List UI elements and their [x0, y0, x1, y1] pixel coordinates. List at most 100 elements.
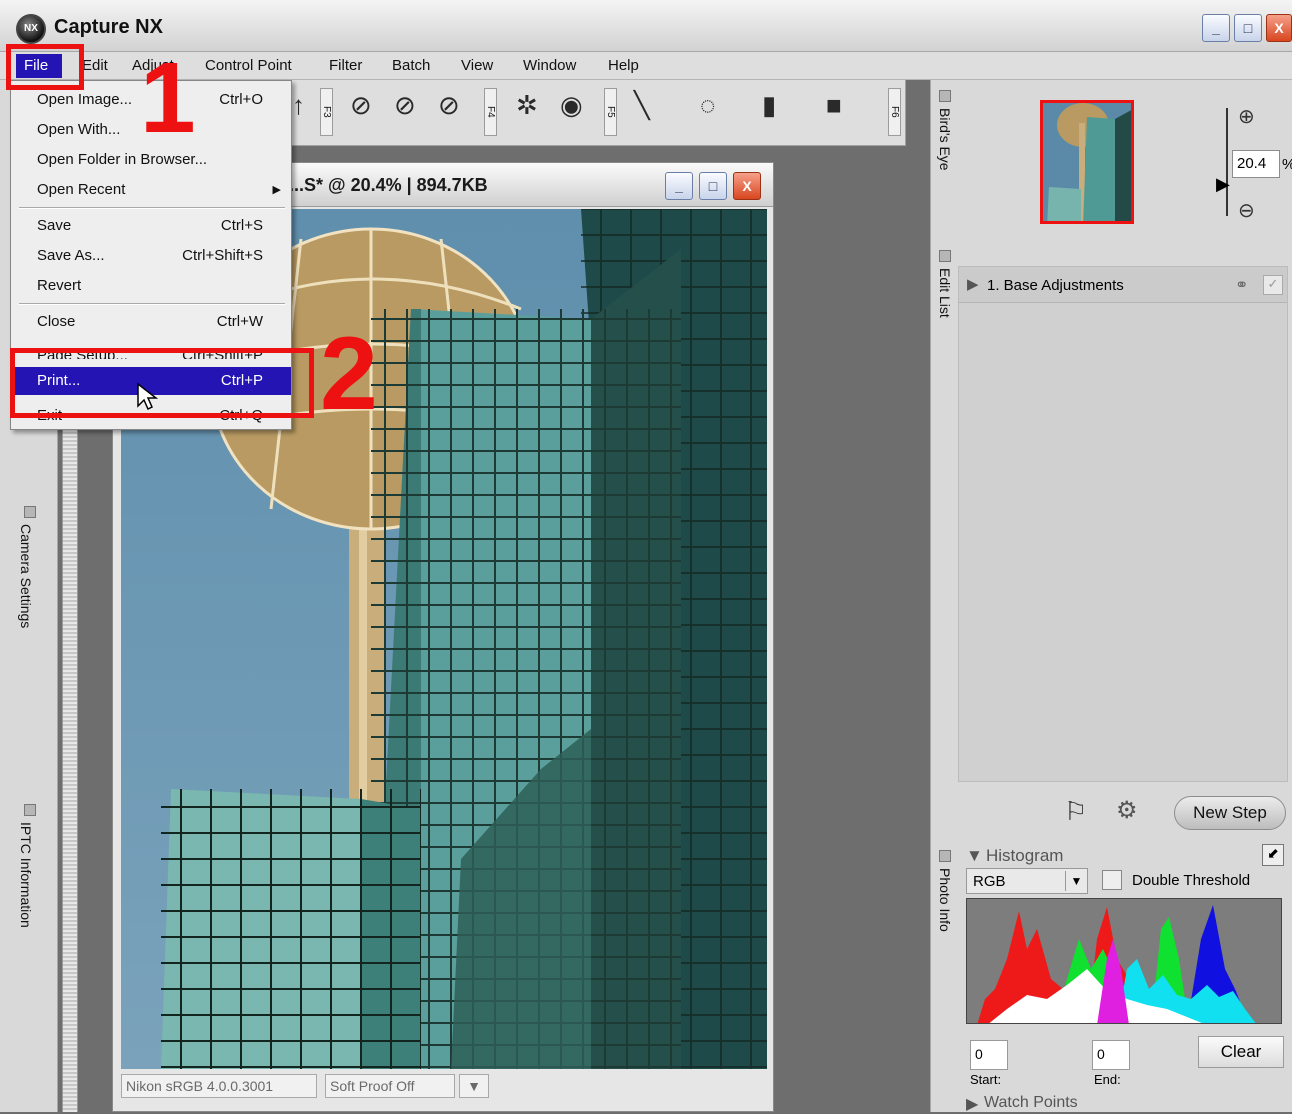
- fkey-f6: F6: [888, 88, 901, 136]
- gradient-tool-icon[interactable]: ▮: [762, 90, 776, 120]
- double-threshold-label: Double Threshold: [1132, 872, 1251, 889]
- histogram-popout-icon[interactable]: ⬋: [1262, 844, 1284, 866]
- expand-icon[interactable]: [939, 90, 951, 102]
- move-tool-icon[interactable]: ↑: [292, 90, 305, 120]
- double-threshold-checkbox[interactable]: [1102, 870, 1122, 890]
- step-row[interactable]: ▶ 1. Base Adjustments ⚭ ✓: [959, 267, 1287, 303]
- channel-select[interactable]: RGB ▼: [966, 868, 1088, 894]
- expand-arrow-icon[interactable]: ▶: [967, 275, 979, 293]
- menu-item-label: Open Recent: [37, 181, 126, 198]
- menu-item-label: Revert: [37, 277, 82, 294]
- white-control-point-icon[interactable]: ⊘: [394, 90, 416, 120]
- menu-item-shortcut: Ctrl+O: [219, 91, 263, 108]
- color-profile-field: Nikon sRGB 4.0.0.3001: [121, 1074, 317, 1098]
- neutral-control-point-icon[interactable]: ⊘: [438, 90, 460, 120]
- expand-icon[interactable]: [939, 250, 951, 262]
- watch-points-label[interactable]: Watch Points: [984, 1094, 1078, 1112]
- menu-item-shortcut: Ctrl+Shift+S: [182, 247, 263, 264]
- fkey-f4: F4: [484, 88, 497, 136]
- end-input[interactable]: 0: [1092, 1040, 1130, 1070]
- end-label: End:: [1094, 1072, 1121, 1087]
- menu-separator: [19, 207, 285, 209]
- zoom-out-icon[interactable]: ⊖: [1238, 198, 1255, 223]
- menu-revert[interactable]: Revert: [11, 273, 291, 299]
- photo-info-label[interactable]: Photo Info: [937, 868, 953, 932]
- zoom-slider-thumb[interactable]: ▶: [1216, 174, 1230, 195]
- black-control-point-icon[interactable]: ⊘: [350, 90, 372, 120]
- color-control-point-icon[interactable]: ✲: [516, 90, 538, 120]
- histogram-label: Histogram: [986, 846, 1064, 865]
- chevron-down-icon[interactable]: ▼: [459, 1074, 489, 1098]
- menu-save[interactable]: Save Ctrl+S: [11, 213, 291, 239]
- edit-list-label[interactable]: Edit List: [937, 268, 953, 318]
- lasso-tool-icon[interactable]: ◌: [700, 90, 715, 120]
- expand-icon[interactable]: [939, 850, 951, 862]
- red-eye-control-point-icon[interactable]: ◉: [560, 90, 583, 120]
- menu-item-label: Open With...: [37, 121, 121, 138]
- menu-edit[interactable]: Edit: [82, 57, 108, 74]
- birds-eye-label[interactable]: Bird's Eye: [937, 108, 953, 171]
- image-close-button[interactable]: X: [733, 172, 761, 200]
- iptc-information-label[interactable]: IPTC Information: [18, 822, 34, 928]
- menu-save-as[interactable]: Save As... Ctrl+Shift+S: [11, 243, 291, 269]
- fill-tool-icon[interactable]: ■: [826, 90, 842, 120]
- app-title: Capture NX: [54, 16, 163, 38]
- menu-open-recent[interactable]: Open Recent ▶: [11, 177, 291, 203]
- chevron-down-icon[interactable]: ▼: [1065, 871, 1087, 891]
- menu-item-label: Close: [37, 313, 76, 330]
- menu-view[interactable]: View: [461, 57, 493, 74]
- image-minimize-button[interactable]: _: [665, 172, 693, 200]
- new-step-button[interactable]: New Step: [1174, 796, 1286, 830]
- menu-window[interactable]: Window: [523, 57, 576, 74]
- start-label: Start:: [970, 1072, 1002, 1087]
- image-maximize-button[interactable]: □: [699, 172, 727, 200]
- menu-separator: [19, 303, 285, 305]
- menu-batch[interactable]: Batch: [392, 57, 430, 74]
- soft-proof-field: Soft Proof Off: [325, 1074, 455, 1098]
- menu-help[interactable]: Help: [608, 57, 639, 74]
- menu-item-label: Save As...: [37, 247, 105, 264]
- right-palette-strip: Bird's Eye Edit List Photo Info: [930, 80, 960, 1112]
- menu-item-shortcut: Ctrl+S: [220, 217, 263, 234]
- histogram-graph[interactable]: [966, 898, 1282, 1024]
- zoom-input[interactable]: 20.4: [1232, 150, 1280, 178]
- step-checkbox[interactable]: ✓: [1263, 275, 1283, 295]
- minimize-button[interactable]: _: [1202, 14, 1230, 42]
- submenu-arrow-icon: ▶: [272, 184, 281, 196]
- menu-item-shortcut: Ctrl+W: [216, 313, 263, 330]
- maximize-button[interactable]: □: [1234, 14, 1262, 42]
- histogram-plot: [967, 899, 1281, 1023]
- annotation-box-print: [10, 348, 314, 418]
- flag-icon[interactable]: ⚐: [1064, 796, 1087, 827]
- expand-icon[interactable]: [24, 804, 36, 816]
- gear-icon[interactable]: ⚙: [1116, 796, 1138, 825]
- zoom-unit: %: [1282, 156, 1292, 173]
- start-input[interactable]: 0: [970, 1040, 1008, 1070]
- zoom-in-icon[interactable]: ⊕: [1238, 104, 1255, 129]
- clear-button[interactable]: Clear: [1198, 1036, 1284, 1068]
- image-window-title: ...S* @ 20.4% | 894.7KB: [289, 175, 488, 195]
- menu-close[interactable]: Close Ctrl+W: [11, 309, 291, 335]
- edit-list: ▶ 1. Base Adjustments ⚭ ✓: [958, 266, 1288, 782]
- camera-settings-label[interactable]: Camera Settings: [18, 524, 34, 628]
- close-button[interactable]: X: [1266, 14, 1292, 42]
- zoom-slider-track[interactable]: [1226, 108, 1228, 216]
- left-resize-handle[interactable]: [62, 420, 78, 1112]
- birds-eye-thumbnail[interactable]: [1040, 100, 1134, 224]
- expand-icon[interactable]: [24, 506, 36, 518]
- menu-control-point[interactable]: Control Point: [205, 57, 292, 74]
- menu-item-label: Save: [37, 217, 72, 234]
- capture-nx-logo-icon: NX: [16, 14, 46, 44]
- fkey-f5: F5: [604, 88, 617, 136]
- thumbnail-image: [1043, 103, 1131, 221]
- image-status-bar: Nikon sRGB 4.0.0.3001 Soft Proof Off ▼: [121, 1071, 767, 1101]
- watch-points-toggle[interactable]: ▶: [966, 1094, 978, 1114]
- fkey-f3: F3: [320, 88, 333, 136]
- step-label: 1. Base Adjustments: [987, 277, 1124, 294]
- link-icon[interactable]: ⚭: [1235, 275, 1248, 295]
- histogram-toggle[interactable]: ▼: [966, 846, 983, 866]
- menu-filter[interactable]: Filter: [329, 57, 362, 74]
- brush-tool-icon[interactable]: ╲: [634, 90, 650, 120]
- annotation-box-file: [6, 44, 84, 90]
- channel-value: RGB: [973, 873, 1006, 890]
